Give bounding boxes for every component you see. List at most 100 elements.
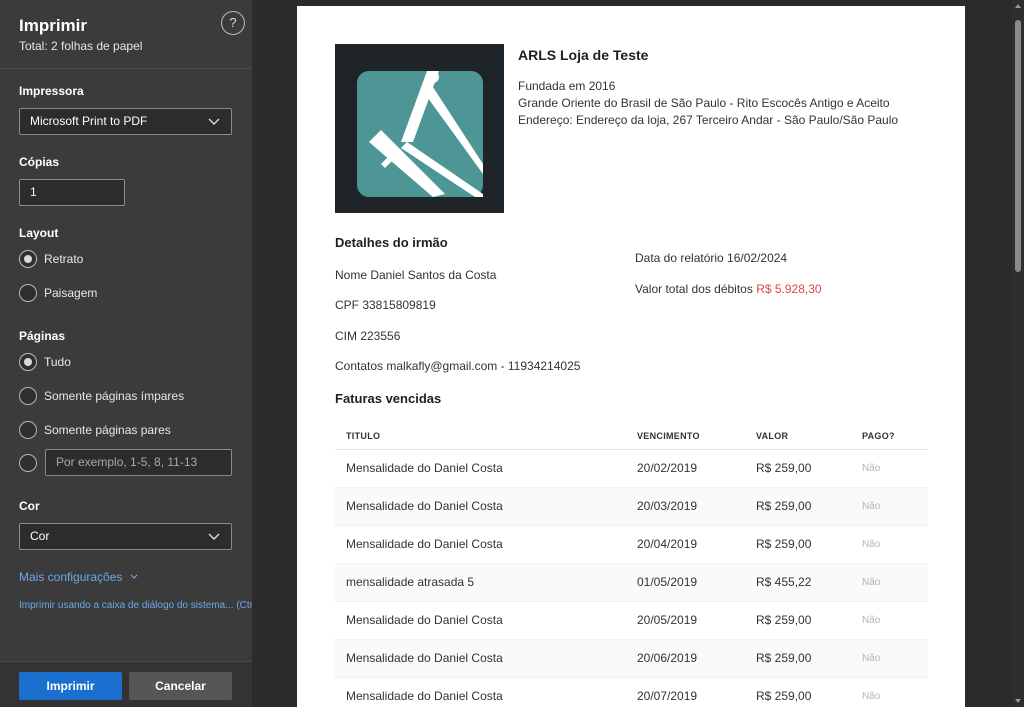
table-row: Mensalidade do Daniel Costa 20/05/2019 R… <box>335 601 928 640</box>
cell-value: R$ 259,00 <box>745 601 851 640</box>
table-row: Mensalidade do Daniel Costa 20/04/2019 R… <box>335 525 928 564</box>
cell-paid: Não <box>851 563 928 602</box>
cell-paid: Não <box>851 677 928 707</box>
cell-due: 01/05/2019 <box>626 563 745 602</box>
radio-icon[interactable] <box>19 284 37 302</box>
total-debts: Valor total dos débitos R$ 5.928,30 <box>635 282 822 296</box>
total-debts-label: Valor total dos débitos <box>635 282 753 296</box>
printer-select[interactable]: Microsoft Print to PDF <box>19 108 232 135</box>
member-contacts: Contatos malkafly@gmail.com - 1193421402… <box>335 359 581 373</box>
print-title: Imprimir <box>19 16 88 35</box>
org-address: Endereço: Endereço da loja, 267 Terceiro… <box>518 113 899 127</box>
cell-title: mensalidade atrasada 5 <box>335 563 626 602</box>
cell-paid: Não <box>851 525 928 564</box>
printer-value: Microsoft Print to PDF <box>30 114 148 128</box>
cell-value: R$ 259,00 <box>745 449 851 488</box>
chevron-down-icon <box>208 118 220 125</box>
cell-title: Mensalidade do Daniel Costa <box>335 487 626 526</box>
details-title: Detalhes do irmão <box>335 235 448 250</box>
col-header-due: VENCIMENTO <box>626 424 745 450</box>
cell-due: 20/03/2019 <box>626 487 745 526</box>
col-header-value: VALOR <box>745 424 851 450</box>
cell-title: Mensalidade do Daniel Costa <box>335 677 626 707</box>
col-header-paid: PAGO? <box>851 424 928 450</box>
cell-paid: Não <box>851 487 928 526</box>
cell-value: R$ 259,00 <box>745 639 851 678</box>
pages-all-option[interactable]: Tudo <box>19 352 71 372</box>
table-header-row: TITULO VENCIMENTO VALOR PAGO? <box>335 424 928 450</box>
cell-value: R$ 259,00 <box>745 525 851 564</box>
overdue-title: Faturas vencidas <box>335 391 442 406</box>
cell-paid: Não <box>851 601 928 640</box>
org-obedience: Grande Oriente do Brasil de São Paulo - … <box>518 96 890 110</box>
color-select[interactable]: Cor <box>19 523 232 550</box>
cell-due: 20/05/2019 <box>626 601 745 640</box>
radio-checked-icon[interactable] <box>19 353 37 371</box>
help-icon[interactable]: ? <box>221 11 245 35</box>
square-compass-icon <box>357 71 483 197</box>
layout-label: Layout <box>19 226 59 240</box>
scroll-up-icon[interactable] <box>1015 4 1021 8</box>
system-dialog-link[interactable]: Imprimir usando a caixa de diálogo do si… <box>19 600 252 611</box>
pages-even-option[interactable]: Somente páginas pares <box>19 420 171 440</box>
pages-custom-input[interactable]: Por exemplo, 1-5, 8, 11-13 <box>45 449 232 476</box>
preview-page: ARLS Loja de Teste Fundada em 2016 Grand… <box>297 6 965 707</box>
cell-due: 20/04/2019 <box>626 525 745 564</box>
radio-checked-icon[interactable] <box>19 250 37 268</box>
more-settings-label: Mais configurações <box>19 570 123 584</box>
member-name: Nome Daniel Santos da Costa <box>335 268 497 282</box>
member-cim: CIM 223556 <box>335 329 401 343</box>
pages-even-label: Somente páginas pares <box>44 423 171 437</box>
total-debts-value: R$ 5.928,30 <box>756 282 822 296</box>
invoices-table: TITULO VENCIMENTO VALOR PAGO? Mensalidad… <box>335 424 928 707</box>
radio-icon[interactable] <box>19 454 37 472</box>
divider <box>0 68 252 69</box>
pages-all-label: Tudo <box>44 355 71 369</box>
layout-landscape-label: Paisagem <box>44 286 98 300</box>
more-settings-link[interactable]: Mais configurações <box>19 570 139 584</box>
cell-title: Mensalidade do Daniel Costa <box>335 525 626 564</box>
layout-portrait-option[interactable]: Retrato <box>19 249 83 269</box>
cell-due: 20/06/2019 <box>626 639 745 678</box>
cell-title: Mensalidade do Daniel Costa <box>335 601 626 640</box>
cell-paid: Não <box>851 639 928 678</box>
table-row: Mensalidade do Daniel Costa 20/03/2019 R… <box>335 487 928 526</box>
table-row: Mensalidade do Daniel Costa 20/02/2019 R… <box>335 449 928 488</box>
table-row: mensalidade atrasada 5 01/05/2019 R$ 455… <box>335 563 928 602</box>
lodge-logo <box>335 44 504 213</box>
cell-value: R$ 259,00 <box>745 677 851 707</box>
pages-label: Páginas <box>19 329 66 343</box>
printer-label: Impressora <box>19 84 84 98</box>
chevron-down-icon <box>208 533 220 540</box>
cell-title: Mensalidade do Daniel Costa <box>335 449 626 488</box>
report-date: Data do relatório 16/02/2024 <box>635 251 788 265</box>
copies-input[interactable]: 1 <box>19 179 125 206</box>
print-button[interactable]: Imprimir <box>19 672 122 700</box>
sheet-count: Total: 2 folhas de papel <box>19 39 143 53</box>
org-name: ARLS Loja de Teste <box>518 47 649 63</box>
cell-title: Mensalidade do Daniel Costa <box>335 639 626 678</box>
layout-portrait-label: Retrato <box>44 252 84 266</box>
panel-footer: Imprimir Cancelar <box>0 661 252 707</box>
pages-custom-option[interactable] <box>19 453 37 473</box>
cancel-button[interactable]: Cancelar <box>129 672 232 700</box>
cell-value: R$ 259,00 <box>745 487 851 526</box>
chevron-down-icon <box>130 574 138 579</box>
cell-due: 20/07/2019 <box>626 677 745 707</box>
preview-scrollbar[interactable] <box>1012 0 1024 707</box>
scrollbar-thumb[interactable] <box>1015 20 1021 272</box>
radio-icon[interactable] <box>19 421 37 439</box>
cell-due: 20/02/2019 <box>626 449 745 488</box>
table-row: Mensalidade do Daniel Costa 20/06/2019 R… <box>335 639 928 678</box>
table-row: Mensalidade do Daniel Costa 20/07/2019 R… <box>335 677 928 707</box>
cell-paid: Não <box>851 449 928 488</box>
radio-icon[interactable] <box>19 387 37 405</box>
org-founded: Fundada em 2016 <box>518 79 616 93</box>
color-label: Cor <box>19 499 40 513</box>
layout-landscape-option[interactable]: Paisagem <box>19 283 97 303</box>
pages-odd-label: Somente páginas ímpares <box>44 389 185 403</box>
scroll-down-icon[interactable] <box>1015 699 1021 703</box>
color-value: Cor <box>30 529 50 543</box>
print-settings-panel: Imprimir Total: 2 folhas de papel ? Impr… <box>0 0 252 707</box>
pages-odd-option[interactable]: Somente páginas ímpares <box>19 386 184 406</box>
